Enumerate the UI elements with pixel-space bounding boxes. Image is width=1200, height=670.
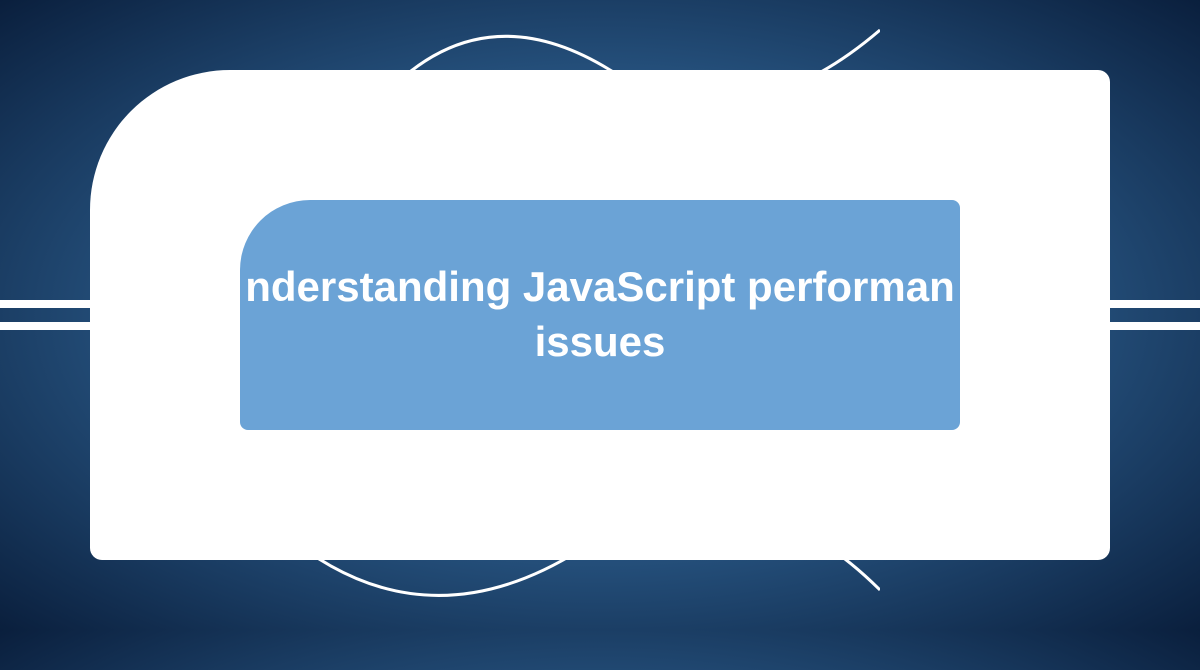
card-title: nderstanding JavaScript performan issues bbox=[245, 260, 955, 369]
inner-card-shape: nderstanding JavaScript performan issues bbox=[240, 200, 960, 430]
title-line-2: issues bbox=[245, 315, 955, 370]
title-line-1: nderstanding JavaScript performan bbox=[245, 263, 955, 310]
